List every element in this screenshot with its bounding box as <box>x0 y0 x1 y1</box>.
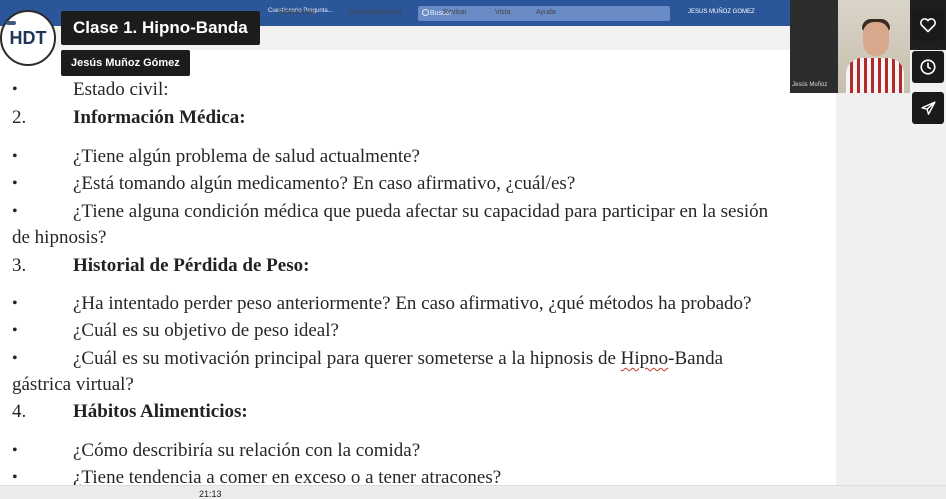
bullet: • <box>12 175 18 192</box>
section-number: 3. <box>12 255 27 276</box>
logo-text: HDT <box>9 27 47 48</box>
search-icon <box>422 9 429 16</box>
webcam-secondary <box>790 0 838 93</box>
like-button[interactable] <box>912 9 944 41</box>
webcam-presenter <box>838 0 910 93</box>
item-estado-civil: Estado civil: <box>73 79 169 100</box>
question-motivacion-suffix: -Banda <box>668 348 724 369</box>
bullet: • <box>12 322 18 339</box>
logo-mark <box>6 21 16 25</box>
bullet: • <box>12 442 18 459</box>
timecode: 21:13 <box>199 489 222 499</box>
menu-vista[interactable]: Vista <box>495 9 510 16</box>
question-salud: ¿Tiene algún problema de salud actualmen… <box>73 146 420 167</box>
question-condicion-cont: de hipnosis? <box>12 227 107 248</box>
send-icon <box>920 100 936 115</box>
hdt-logo: HDT <box>0 10 56 66</box>
watch-later-button[interactable] <box>912 51 944 83</box>
video-title: Clase 1. Hipno-Banda <box>61 11 260 45</box>
bullet: • <box>12 148 18 165</box>
section-title-peso: Historial de Pérdida de Peso: <box>73 255 310 276</box>
spellcheck-word: Hipno <box>620 348 669 369</box>
presenter-shirt <box>846 58 904 93</box>
bullet: • <box>12 350 18 367</box>
question-motivacion-text: ¿Cuál es su motivación principal para qu… <box>73 348 621 369</box>
menu-referencias[interactable]: Referencias <box>278 9 315 16</box>
question-relacion: ¿Cómo describiría su relación con la com… <box>73 440 421 461</box>
section-title-habitos: Hábitos Alimenticios: <box>73 401 248 422</box>
bullet: • <box>12 81 18 98</box>
bullet: • <box>12 203 18 220</box>
share-button[interactable] <box>912 92 944 124</box>
question-intentado: ¿Ha intentado perder peso anteriormente?… <box>73 293 752 314</box>
clock-icon <box>920 59 936 75</box>
player-bottom-bar <box>0 485 946 499</box>
webcam-label: Jesús Muñoz <box>792 82 828 88</box>
presenter-face <box>863 22 889 56</box>
question-condicion: ¿Tiene alguna condición médica que pueda… <box>73 201 769 222</box>
video-author: Jesús Muñoz Gómez <box>61 50 190 76</box>
section-number: 2. <box>12 107 27 128</box>
section-title-medica: Información Médica: <box>73 107 246 128</box>
heart-icon <box>920 18 936 33</box>
menu-ayuda[interactable]: Ayuda <box>536 9 556 16</box>
menu-revisar[interactable]: Revisar <box>443 9 467 16</box>
menu-correspondencia[interactable]: Correspondencia <box>348 9 401 16</box>
question-motivacion: ¿Cuál es su motivación principal para qu… <box>73 348 723 370</box>
bullet: • <box>12 295 18 312</box>
question-motivacion-cont: gástrica virtual? <box>12 374 134 395</box>
section-number: 4. <box>12 401 27 422</box>
question-objetivo: ¿Cuál es su objetivo de peso ideal? <box>73 320 339 341</box>
document-page[interactable]: • Estado civil: 2. Información Médica: •… <box>0 50 836 499</box>
user-name: JESUS MUÑOZ GOMEZ <box>688 9 755 15</box>
question-medicamento: ¿Está tomando algún medicamento? En caso… <box>73 173 576 194</box>
